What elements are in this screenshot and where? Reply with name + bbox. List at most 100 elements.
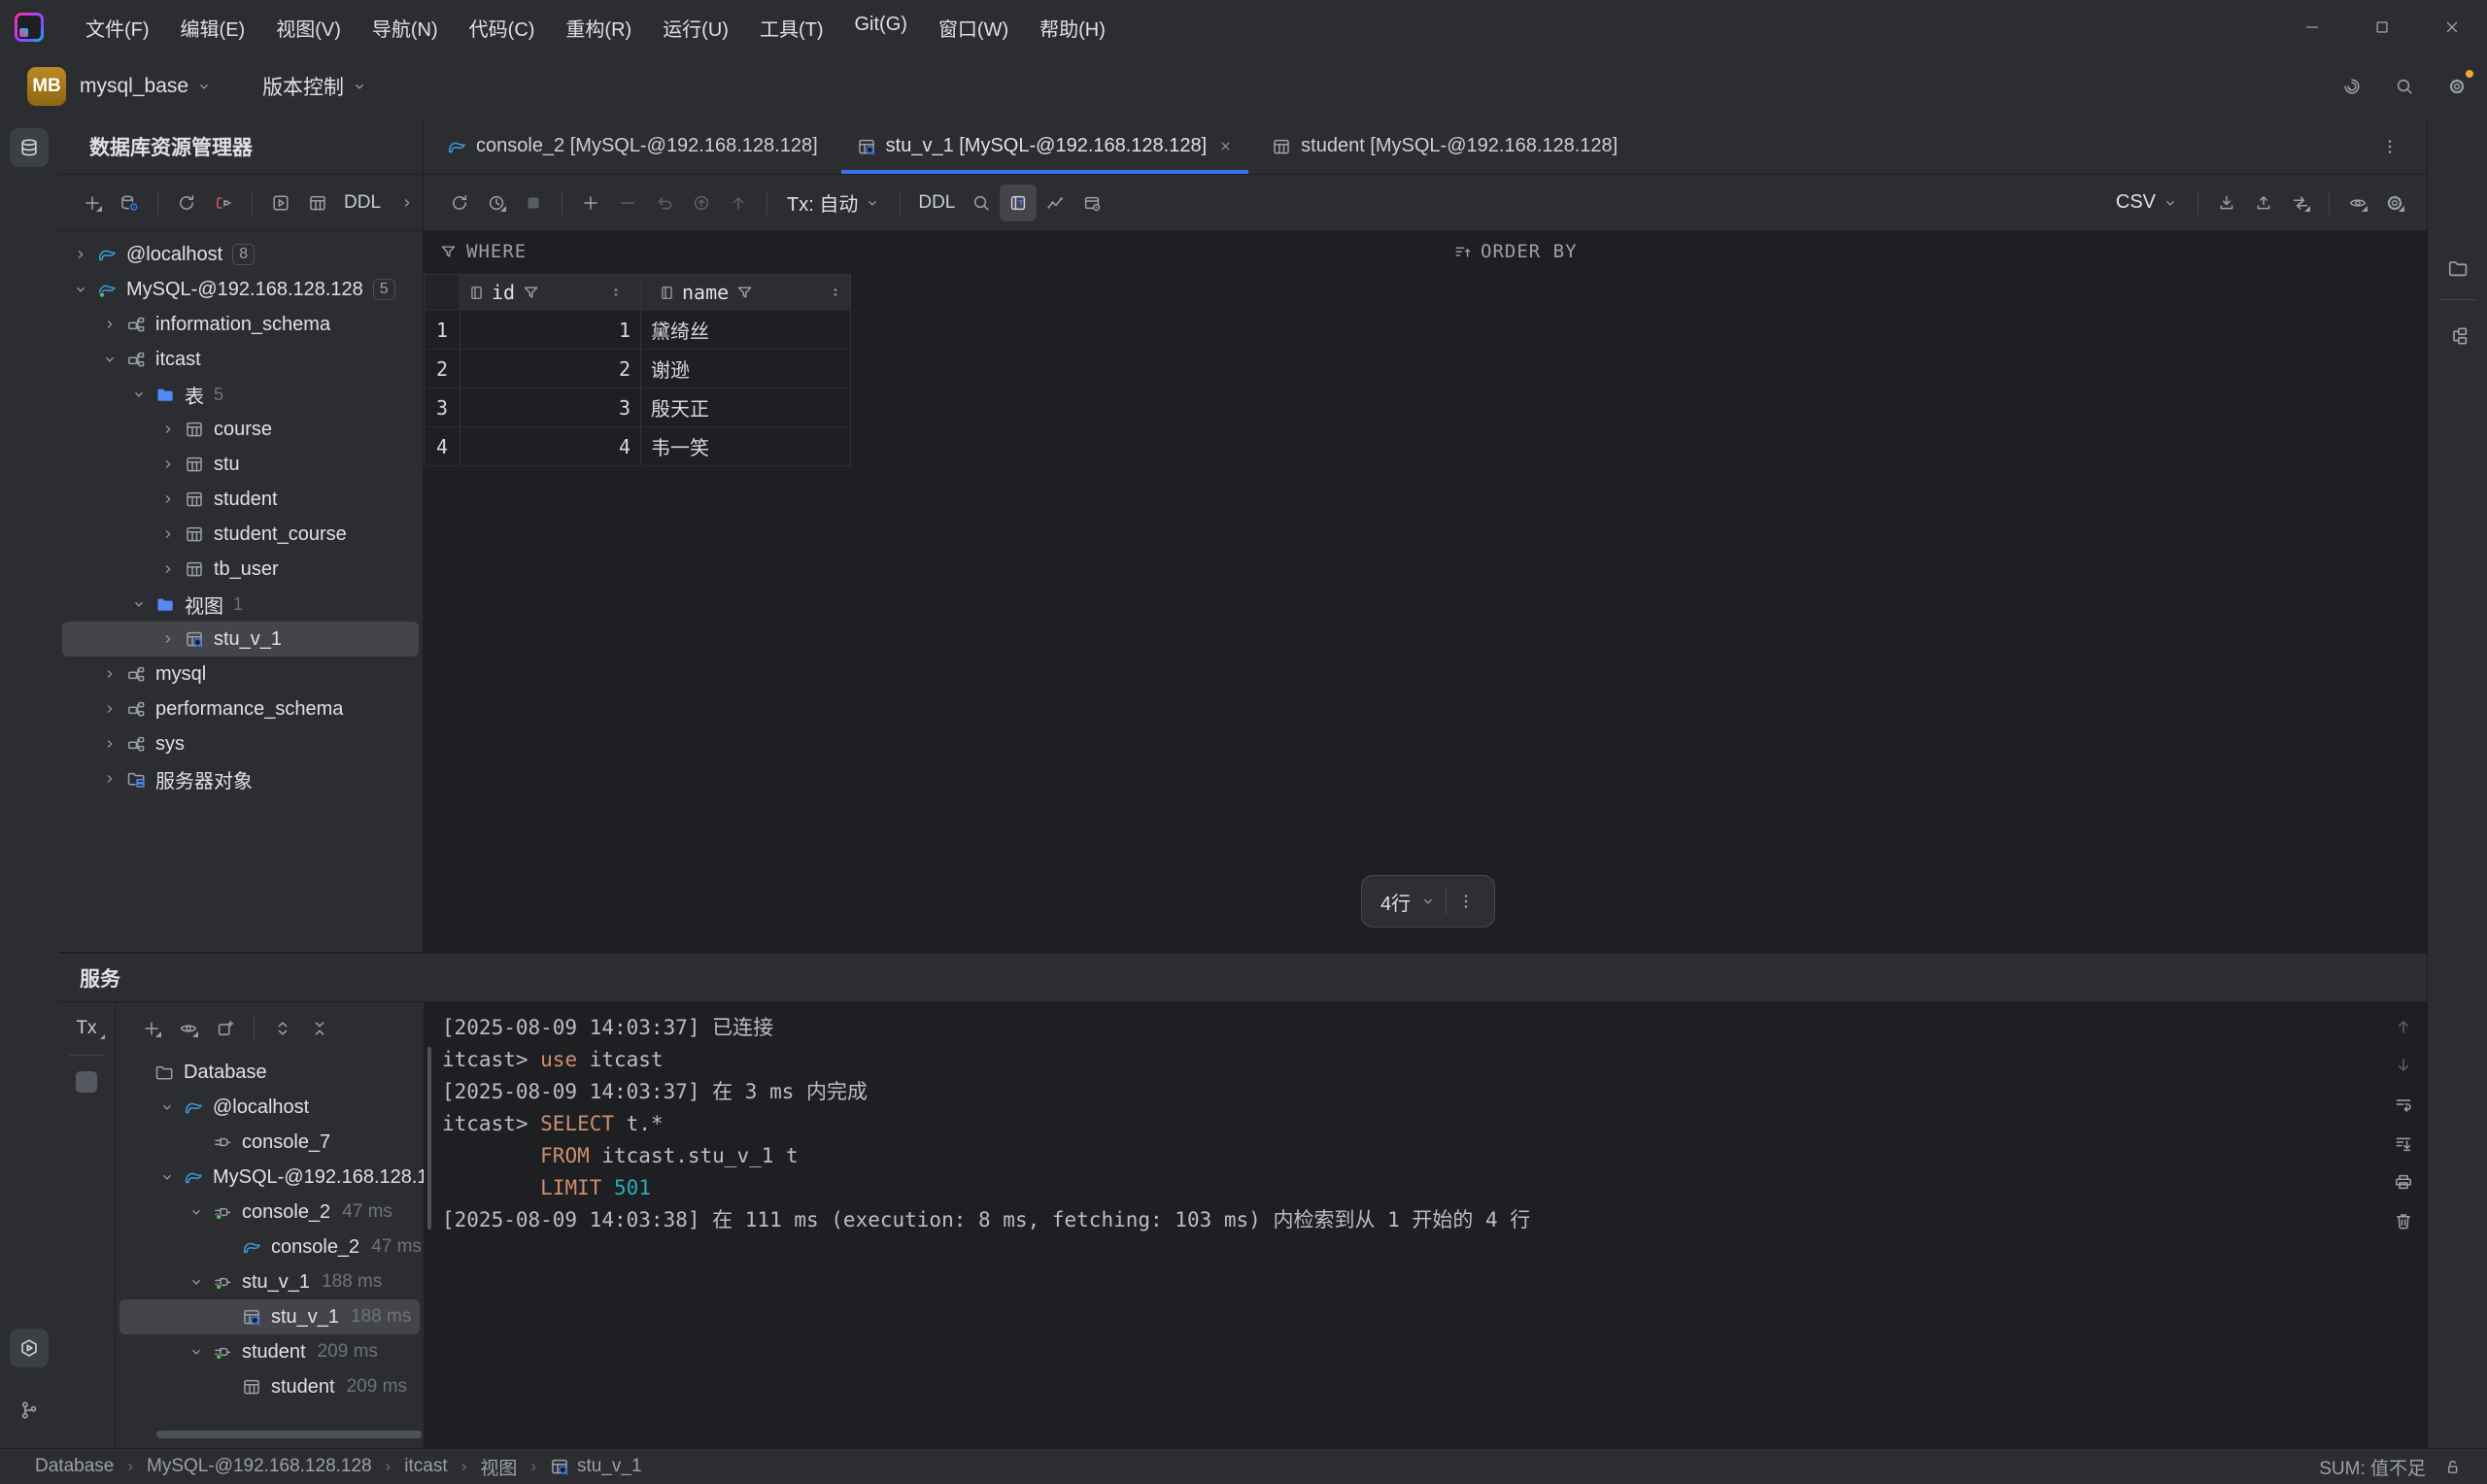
more-v-icon[interactable]: [2380, 137, 2400, 156]
cell-name[interactable]: 韦一笑: [641, 427, 851, 466]
filter-panel-button[interactable]: [1000, 185, 1037, 221]
explorer-item-stu[interactable]: stu: [62, 447, 419, 482]
sort-toggle-icon[interactable]: [609, 286, 623, 299]
chevron-right-icon[interactable]: [97, 661, 122, 687]
extractor-button[interactable]: [1073, 185, 1110, 221]
more-vertical-icon[interactable]: [1456, 892, 1476, 911]
ddl-label[interactable]: DDL: [336, 192, 389, 214]
datasource-settings-button[interactable]: [111, 185, 148, 221]
services-item-console_2[interactable]: console_247 ms: [119, 1230, 420, 1265]
cell-name[interactable]: 殷天正: [641, 388, 851, 427]
reload-button[interactable]: [441, 185, 478, 221]
services-item-console_7[interactable]: console_7: [119, 1125, 420, 1160]
horizontal-scrollbar[interactable]: [156, 1431, 422, 1438]
console-scrollbar[interactable]: [427, 1047, 431, 1230]
breadcrumb-item[interactable]: stu_v_1: [550, 1456, 642, 1477]
row-number-cell[interactable]: 3: [424, 388, 460, 427]
down2-button[interactable]: [2387, 1051, 2420, 1080]
breadcrumb-item[interactable]: itcast: [404, 1456, 447, 1477]
chevron-right-icon[interactable]: [68, 242, 93, 267]
ddl-label[interactable]: DDL: [910, 192, 963, 214]
services-item-@localhost[interactable]: @localhost: [119, 1090, 420, 1125]
chevron-right-icon[interactable]: [97, 312, 122, 337]
jump-console-button[interactable]: [262, 185, 299, 221]
funnel-icon[interactable]: [735, 284, 754, 302]
close-icon[interactable]: [1218, 139, 1233, 153]
menu-item-帮助[interactable]: 帮助(H): [1027, 8, 1118, 48]
services-item-MySQL-@192.168.128.128[interactable]: MySQL-@192.168.128.128: [119, 1160, 420, 1195]
close-button[interactable]: [2417, 0, 2487, 54]
services-item-student[interactable]: student209 ms: [119, 1334, 420, 1369]
print-button[interactable]: [2387, 1167, 2420, 1197]
chevron-down-icon[interactable]: [68, 277, 93, 302]
explorer-item-information_schema[interactable]: information_schema: [62, 307, 419, 342]
explorer-item-itcast[interactable]: itcast: [62, 342, 419, 377]
chevron-down-icon[interactable]: [184, 1269, 209, 1295]
explorer-item-course[interactable]: course: [62, 412, 419, 447]
ai-assistant-button[interactable]: [2335, 70, 2368, 103]
maximize-button[interactable]: [2347, 0, 2417, 54]
explorer-item-MySQL-@192.168.128.128[interactable]: MySQL-@192.168.128.1285: [62, 272, 419, 307]
order-by-button[interactable]: ORDER BY: [1453, 231, 1578, 272]
soft-wrap-button[interactable]: [2387, 1090, 2420, 1119]
undo-button[interactable]: [646, 185, 683, 221]
explorer-item-视图[interactable]: 视图1: [62, 587, 419, 622]
explorer-item-tb_user[interactable]: tb_user: [62, 552, 419, 587]
refresh-button[interactable]: [168, 185, 205, 221]
chevron-right-icon[interactable]: [155, 417, 181, 442]
funnel-icon[interactable]: [522, 284, 540, 302]
chevron-down-icon[interactable]: [154, 1095, 180, 1120]
explorer-item-服务器对象[interactable]: 服务器对象: [62, 761, 419, 796]
breadcrumb-item[interactable]: Database: [35, 1456, 114, 1477]
eye-button[interactable]: [170, 1010, 207, 1047]
services-item-student[interactable]: student209 ms: [119, 1369, 420, 1404]
tx_label-dropdown[interactable]: Tx: 自动: [777, 188, 890, 217]
tab-stu_v_1[interactable]: stu_v_1 [MySQL-@192.168.128.128]: [837, 118, 1253, 174]
tab-list-more-button[interactable]: [2380, 118, 2400, 174]
tab-student[interactable]: student [MySQL-@192.168.128.128]: [1252, 118, 1637, 174]
menu-item-文件[interactable]: 文件(F): [73, 8, 162, 48]
stop-button[interactable]: [515, 185, 552, 221]
sync-button[interactable]: [2282, 185, 2319, 221]
chevron-down-icon[interactable]: [126, 382, 152, 407]
submit-button[interactable]: [683, 185, 720, 221]
explorer-item-student[interactable]: student: [62, 482, 419, 517]
csv_label-dropdown[interactable]: CSV: [2106, 191, 2188, 214]
breadcrumb-item[interactable]: MySQL-@192.168.128.128: [147, 1456, 372, 1477]
project-folder-toolwindow-button[interactable]: [2438, 249, 2477, 287]
services-item-console_2[interactable]: console_247 ms: [119, 1195, 420, 1230]
disconnect-button[interactable]: [205, 185, 242, 221]
gear-button[interactable]: [2376, 185, 2413, 221]
scroll-end-button[interactable]: [2387, 1129, 2420, 1158]
git-toolwindow-button[interactable]: [10, 1391, 49, 1430]
chevron-right-icon[interactable]: [97, 696, 122, 722]
stop-button[interactable]: [76, 1071, 97, 1093]
structure-toolwindow-button[interactable]: [2438, 317, 2477, 355]
trash-button[interactable]: [2387, 1206, 2420, 1235]
expand-button[interactable]: [264, 1010, 301, 1047]
chart-button[interactable]: [1037, 185, 1073, 221]
chevron-right-icon[interactable]: [155, 522, 181, 547]
explorer-item-performance_schema[interactable]: performance_schema: [62, 691, 419, 726]
where-clause-button[interactable]: WHERE: [439, 241, 527, 262]
chevron-right-icon[interactable]: [155, 556, 181, 582]
open-new-button[interactable]: [207, 1010, 244, 1047]
menu-item-窗口[interactable]: 窗口(W): [926, 8, 1021, 48]
chevron-down-icon[interactable]: [154, 1164, 180, 1190]
project-selector[interactable]: mysql_base: [80, 75, 212, 98]
services-item-Database[interactable]: Database: [119, 1055, 420, 1090]
chevron-right-icon[interactable]: [155, 487, 181, 512]
row-number-cell[interactable]: 2: [424, 350, 460, 388]
services-item-stu_v_1[interactable]: stu_v_1188 ms: [119, 1299, 420, 1334]
menu-item-运行[interactable]: 运行(U): [650, 8, 741, 48]
row-number-cell[interactable]: 1: [424, 311, 460, 350]
collapse-button[interactable]: [301, 1010, 338, 1047]
tab-console_2[interactable]: console_2 [MySQL-@192.168.128.128]: [427, 118, 837, 174]
services-item-stu_v_1[interactable]: stu_v_1188 ms: [119, 1265, 420, 1299]
breadcrumb-item[interactable]: 视图: [480, 1454, 517, 1480]
settings-button[interactable]: [2440, 70, 2473, 103]
search-everywhere-button[interactable]: [2388, 70, 2421, 103]
database-toolwindow-button[interactable]: [10, 128, 49, 167]
sort-toggle-icon[interactable]: [829, 286, 842, 299]
chevron-down-icon[interactable]: [126, 591, 152, 617]
